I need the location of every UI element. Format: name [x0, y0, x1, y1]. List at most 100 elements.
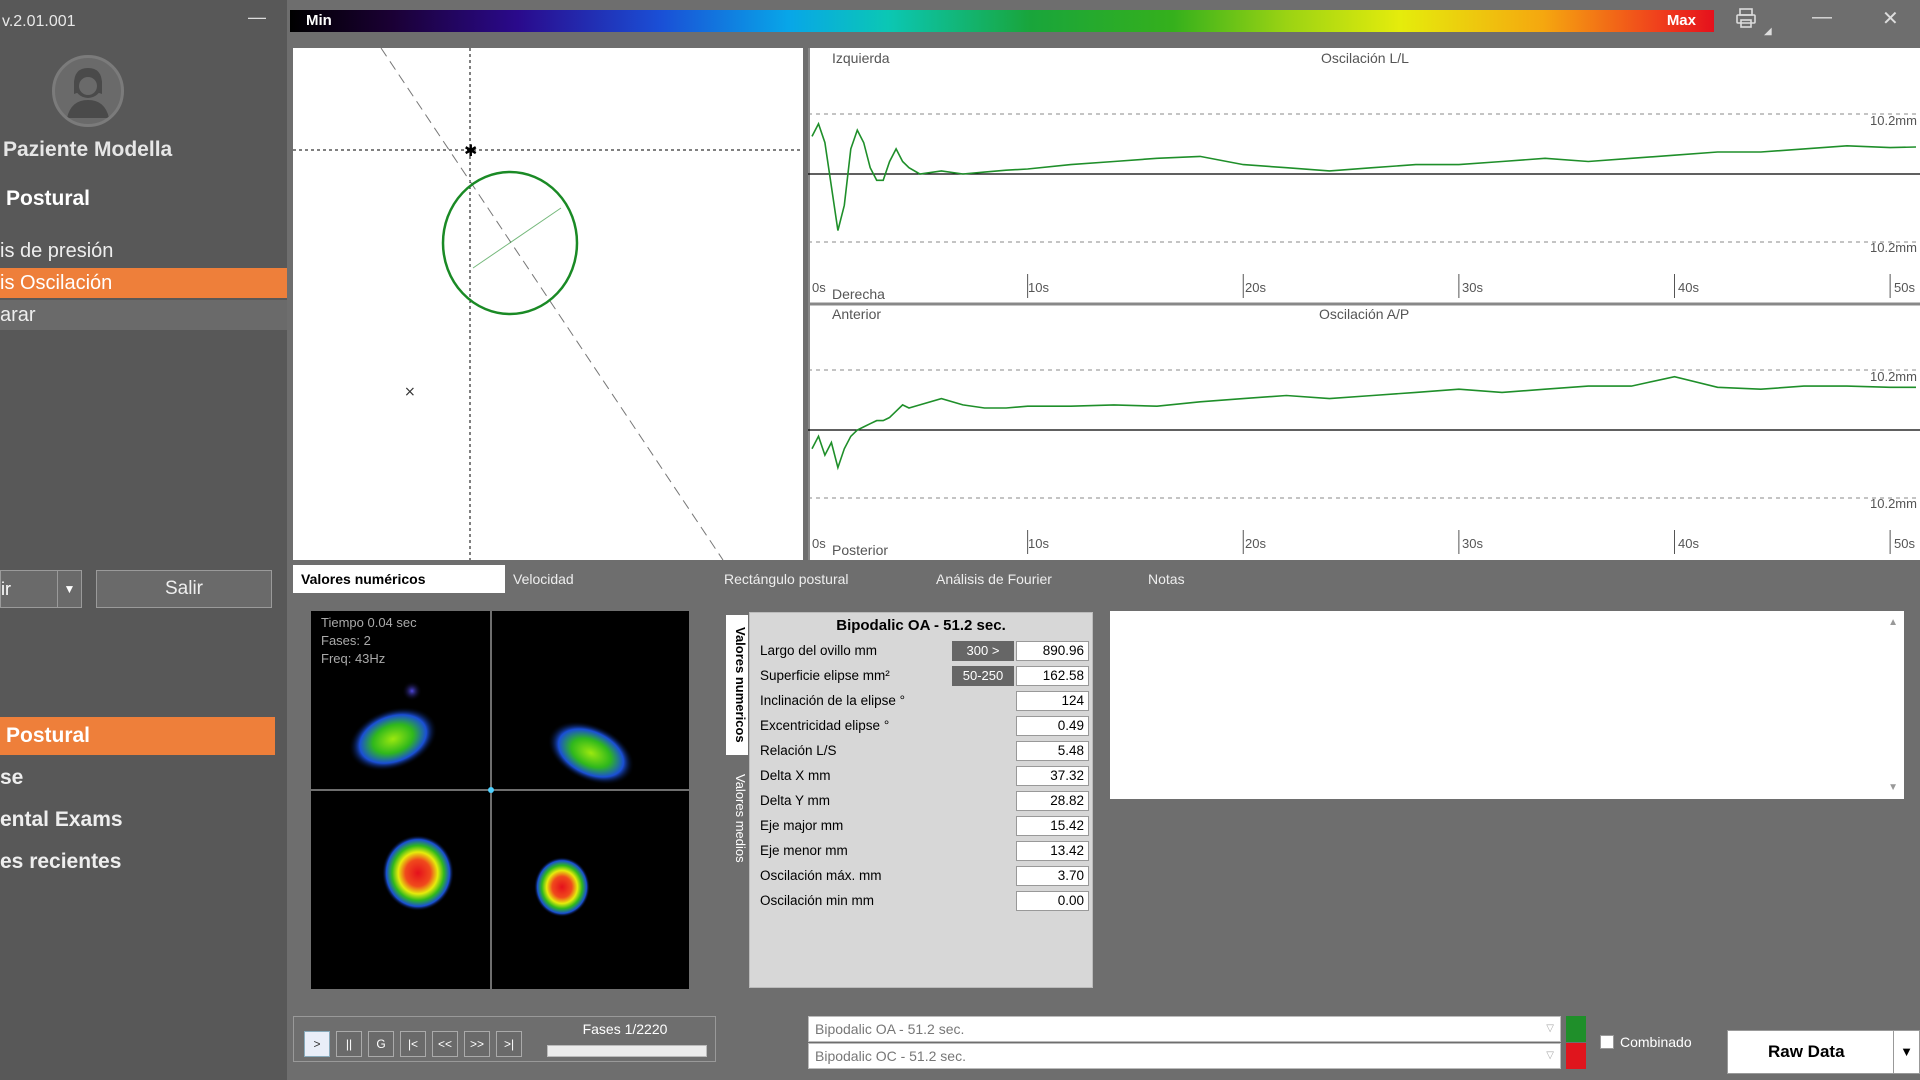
chevron-down-icon[interactable]: ▼ [57, 571, 81, 607]
nav-base[interactable]: se [0, 759, 275, 797]
vertical-tabs: Valores numericos Valores medios [726, 615, 748, 865]
checkbox-box[interactable] [1600, 1035, 1614, 1049]
resize-grip-icon[interactable]: ◢ [1764, 26, 1772, 37]
combined-label: Combinado [1620, 1034, 1692, 1050]
sidebar-item-oscilacion[interactable]: is Oscilación [0, 268, 287, 298]
ap-lower-limit-label: 10.2mm [1870, 496, 1917, 511]
pause-button[interactable]: || [336, 1031, 362, 1057]
exam-select-value: Bipodalic OC - 51.2 sec. [815, 1048, 966, 1064]
table-row: Oscilación máx. mm 3.70 [760, 866, 1089, 886]
ll-tick-label: 20s [1245, 280, 1266, 295]
ll-tick-label: 10s [1028, 280, 1049, 295]
exam-select-value: Bipodalic OA - 51.2 sec. [815, 1021, 965, 1037]
ap-bottom-label: Posterior [832, 542, 889, 558]
scroll-down-icon[interactable]: ▼ [1888, 782, 1898, 793]
user-avatar-icon [67, 68, 109, 118]
ap-oscillation-line [811, 375, 1916, 471]
row-value: 5.48 [1016, 741, 1089, 761]
play-button[interactable]: > [304, 1031, 330, 1057]
ap-tick-label: 40s [1678, 536, 1699, 551]
ll-tick-label: 0s [812, 280, 826, 295]
print-icon[interactable] [1734, 6, 1758, 36]
vtab-valores-numericos[interactable]: Valores numericos [726, 615, 748, 755]
sidebar-item-presion[interactable]: is de presión [0, 236, 287, 266]
exit-button[interactable]: Salir [96, 570, 272, 608]
row-label: Oscilación máx. mm [760, 868, 882, 883]
row-label: Delta X mm [760, 768, 831, 783]
row-label: Superficie elipse mm² [760, 668, 890, 683]
ll-upper-limit-label: 10.2mm [1870, 113, 1917, 128]
colorbar-min-label: Min [306, 12, 332, 29]
window-controls: ◢ — ✕ [1720, 4, 1920, 37]
raw-data-button[interactable]: Raw Data ▼ [1727, 1030, 1920, 1074]
row-value: 15.42 [1016, 816, 1089, 836]
analysis-tabs: Valores numéricos Velocidad Rectángulo p… [293, 565, 1920, 593]
table-row: Delta Y mm 28.82 [760, 791, 1089, 811]
split-button[interactable]: ir ▼ [0, 570, 82, 608]
tab-notas[interactable]: Notas [1148, 565, 1185, 593]
scroll-up-icon[interactable]: ▲ [1888, 617, 1898, 628]
values-table-title: Bipodalic OA - 51.2 sec. [836, 617, 1006, 634]
chevron-down-icon: ▽ [1546, 1023, 1554, 1034]
table-row: Superficie elipse mm² 50-250 162.58 [760, 666, 1089, 686]
pressure-heatmap: Tiempo 0.04 sec Fases: 2 Freq: 43Hz [311, 611, 689, 989]
heatmap-frequency: Freq: 43Hz [321, 651, 386, 666]
pressure-heatmap-svg [311, 611, 689, 989]
tab-analisis-fourier[interactable]: Análisis de Fourier [936, 565, 1052, 593]
exam-select-2[interactable]: Bipodalic OC - 51.2 sec. ▽ [808, 1043, 1561, 1069]
close-icon[interactable]: ✕ [1882, 6, 1899, 31]
last-frame-button[interactable]: >| [496, 1031, 522, 1057]
row-label: Oscilación min mm [760, 893, 875, 908]
tab-rectangulo-postural[interactable]: Rectángulo postural [724, 565, 849, 593]
phase-progress-bar[interactable] [547, 1045, 707, 1057]
ap-top-label: Anterior [832, 306, 882, 322]
ap-tick-label: 0s [812, 536, 826, 551]
minimize-window-icon[interactable]: — [1812, 6, 1832, 29]
graph-button[interactable]: G [368, 1031, 394, 1057]
nav-postural[interactable]: Postural [0, 717, 275, 755]
row-label: Delta Y mm [760, 793, 831, 808]
minimize-icon[interactable]: — [246, 6, 268, 28]
tab-valores-numericos[interactable]: Valores numéricos [293, 565, 505, 593]
row-value: 37.32 [1016, 766, 1089, 786]
nav-instrumental-exams[interactable]: ental Exams [0, 801, 275, 839]
combined-checkbox[interactable]: Combinado [1600, 1034, 1692, 1050]
app-version: v.2.01.001 [2, 13, 76, 30]
svg-text:✱: ✱ [464, 141, 477, 160]
rewind-button[interactable]: << [432, 1031, 458, 1057]
forward-button[interactable]: >> [464, 1031, 490, 1057]
ll-lower-limit-label: 10.2mm [1870, 240, 1917, 255]
exam-select-1[interactable]: Bipodalic OA - 51.2 sec. ▽ [808, 1016, 1561, 1042]
ap-tick-label: 20s [1245, 536, 1266, 551]
chevron-down-icon[interactable]: ▼ [1893, 1031, 1919, 1073]
first-frame-button[interactable]: |< [400, 1031, 426, 1057]
colorbar-max-label: Max [1666, 12, 1696, 29]
stabilogram: ✱ × [293, 47, 803, 561]
tab-velocidad[interactable]: Velocidad [513, 565, 574, 593]
chevron-down-icon: ▽ [1546, 1050, 1554, 1061]
exam-color-swatch-green [1566, 1016, 1586, 1042]
heatmap-time: Tiempo 0.04 sec [321, 615, 417, 630]
table-row: Oscilación min mm 0.00 [760, 891, 1089, 911]
sidebar-item-comparar[interactable]: arar [0, 300, 287, 330]
avatar [52, 55, 124, 127]
ll-top-label: Izquierda [832, 50, 890, 66]
row-label: Largo del ovillo mm [760, 643, 878, 658]
row-label: Excentricidad elipse ° [760, 718, 890, 733]
row-value: 3.70 [1016, 866, 1089, 886]
row-value: 28.82 [1016, 791, 1089, 811]
ap-tick-label: 10s [1028, 536, 1049, 551]
vtab-valores-medios[interactable]: Valores medios [726, 763, 748, 873]
playback-controls: > || G |< << >> >| Fases 1/2220 [293, 1016, 716, 1062]
ll-chart-title: Oscilación L/L [1321, 50, 1409, 66]
table-row: Delta X mm 37.32 [760, 766, 1089, 786]
ap-upper-limit-label: 10.2mm [1870, 369, 1917, 384]
row-value: 0.00 [1016, 891, 1089, 911]
module-title: Postural [6, 187, 91, 210]
numeric-values-table: Bipodalic OA - 51.2 sec. Largo del ovill… [749, 612, 1093, 988]
notes-area[interactable]: ▲ ▼ [1110, 611, 1904, 799]
row-label: Relación L/S [760, 743, 837, 758]
table-row: Largo del ovillo mm 300 > 890.96 [760, 641, 1089, 661]
ap-tick-label: 30s [1462, 536, 1483, 551]
nav-recent[interactable]: es recientes [0, 843, 275, 881]
